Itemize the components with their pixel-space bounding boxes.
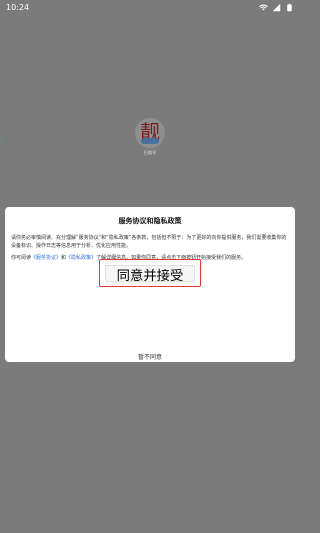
dialog-content: 服务协议和隐私政策 请你务必审慎阅读、充分理解“服务协议”和“隐私政策”各条款，… bbox=[11, 216, 289, 361]
logo-ribbon bbox=[141, 138, 159, 144]
edge-mark bbox=[0, 130, 2, 144]
privacy-policy-link[interactable]: 《隐私政策》 bbox=[66, 255, 96, 261]
app-logo: 靓 bbox=[135, 118, 165, 148]
app-label: 扫描号 bbox=[143, 150, 157, 155]
dialog-title: 服务协议和隐私政策 bbox=[118, 217, 182, 225]
disagree-button[interactable]: 暂不同意 bbox=[138, 352, 162, 361]
privacy-dialog: 服务协议和隐私政策 请你务必审慎阅读、充分理解“服务协议”和“隐私政策”各条款，… bbox=[5, 207, 295, 362]
service-agreement-link[interactable]: 《服务协议》 bbox=[31, 255, 61, 261]
agree-highlight-frame: 同意并接受 bbox=[99, 259, 201, 287]
paragraph2-prefix: 你可阅读 bbox=[11, 255, 32, 261]
dialog-paragraph-1: 请你务必审慎阅读、充分理解“服务协议”和“隐私政策”各条款，包括但不限于：为了更… bbox=[11, 235, 287, 249]
agree-button[interactable]: 同意并接受 bbox=[105, 265, 195, 283]
